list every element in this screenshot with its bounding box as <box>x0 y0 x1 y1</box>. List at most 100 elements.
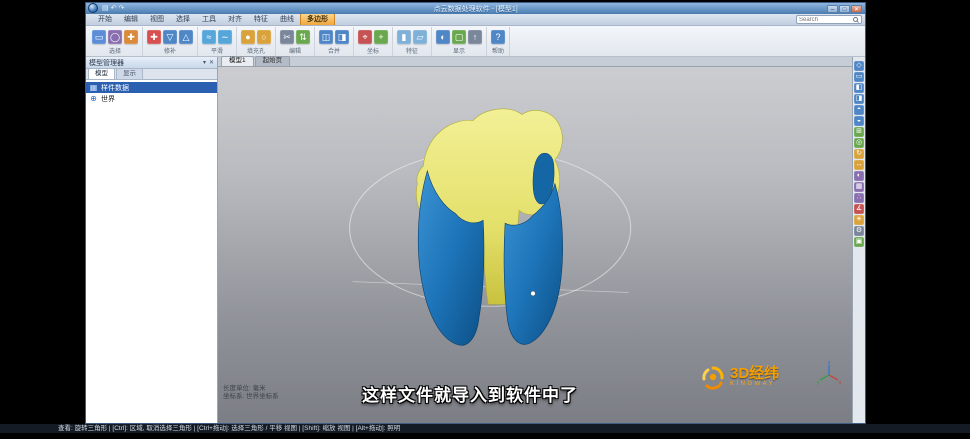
axis-z-label: z <box>828 361 831 366</box>
ribbon-tab[interactable]: 工具 <box>196 14 222 25</box>
watermark: 3D经纬 KINGWAY <box>700 364 779 390</box>
lighting-button[interactable]: ☀ <box>854 215 864 225</box>
viewport-tabs: 模型1起始页 <box>218 57 852 67</box>
ribbon-tab[interactable]: 视图 <box>144 14 170 25</box>
tree-item-label: 样件数据 <box>101 83 129 93</box>
shaded-view-button[interactable]: ◐ <box>436 30 450 44</box>
ribbon-group: ≈∼平滑 <box>198 27 237 56</box>
wireframe-mode-button[interactable]: ▦ <box>854 182 864 192</box>
axis-x-line <box>829 375 838 380</box>
view-bottom-button[interactable]: ◒ <box>854 116 864 126</box>
viewport-tab[interactable]: 起始页 <box>255 56 291 66</box>
help-button[interactable]: ? <box>491 30 505 44</box>
model-manager-panel: 模型管理器 ▾✕ 模型显示 ▦样件数据⊕世界 <box>86 57 218 423</box>
view-front-button[interactable]: ▭ <box>854 72 864 82</box>
subtitle-caption: 这样文件就导入到软件中了 <box>0 381 940 406</box>
ribbon-tab[interactable]: 编辑 <box>118 14 144 25</box>
ribbon-tab[interactable]: 特征 <box>248 14 274 25</box>
ribbon-tab[interactable]: 多边形 <box>300 13 335 25</box>
tree-item-icon: ▦ <box>89 83 98 93</box>
kingway-logo-icon <box>700 364 726 390</box>
panel-title: 模型管理器 <box>89 58 124 68</box>
zoom-fit-button[interactable]: ⊞ <box>854 127 864 137</box>
ribbon-tab[interactable]: 曲线 <box>274 14 300 25</box>
maximize-button[interactable]: □ <box>839 5 850 13</box>
refine-mesh-button[interactable]: △ <box>179 30 193 44</box>
mesh-doctor-button[interactable]: ✚ <box>147 30 161 44</box>
panel-tab[interactable]: 显示 <box>116 68 143 79</box>
combine-meshes-button[interactable]: ◨ <box>335 30 349 44</box>
titlebar: ▤↶↷ 点云数据处理软件 - [模型1] –□✕ <box>86 3 865 14</box>
tree-item[interactable]: ⊕世界 <box>86 93 217 104</box>
status-bar: 查看: 旋转三角形 | [Ctrl]: 区域, 取消选择三角形 | [Ctrl+… <box>0 424 970 433</box>
pan-view-button[interactable]: ↔ <box>854 160 864 170</box>
window-title: 点云数据处理软件 - [模型1] <box>124 4 827 14</box>
select-rectangle-button[interactable]: ▭ <box>92 30 106 44</box>
align-tool-button[interactable]: ⌖ <box>358 30 372 44</box>
watermark-subtitle: KINGWAY <box>730 381 779 388</box>
close-button[interactable]: ✕ <box>851 5 862 13</box>
point-mode-button[interactable]: ∴ <box>854 193 864 203</box>
ribbon-tab[interactable]: 对齐 <box>222 14 248 25</box>
ribbon-group: ✂⇅编辑 <box>276 27 315 56</box>
search-input[interactable] <box>799 17 853 23</box>
fit-cylinder-button[interactable]: ▮ <box>397 30 411 44</box>
screenshot-button[interactable]: ▣ <box>854 237 864 247</box>
reduce-noise-button[interactable]: ∼ <box>218 30 232 44</box>
merge-meshes-button[interactable]: ◫ <box>319 30 333 44</box>
view-left-button[interactable]: ◧ <box>854 83 864 93</box>
rotate-view-button[interactable]: ↻ <box>854 149 864 159</box>
ribbon-group-label: 编辑 <box>280 45 310 56</box>
panel-controls: ▾✕ <box>203 59 214 67</box>
measure-tool-button[interactable]: ∡ <box>854 204 864 214</box>
view-top-button[interactable]: ◓ <box>854 105 864 115</box>
ribbon-group: ▭◯✚选择 <box>88 27 143 56</box>
fit-plane-button[interactable]: ▱ <box>413 30 427 44</box>
show-normals-button[interactable]: ↑ <box>468 30 482 44</box>
app-menu-button[interactable] <box>88 3 98 13</box>
fill-single-hole-button[interactable]: ○ <box>257 30 271 44</box>
panel-tab[interactable]: 模型 <box>88 68 115 79</box>
ribbon-group-label: 坐标 <box>358 45 388 56</box>
ribbon-group: ✚▽△修补 <box>143 27 198 56</box>
select-brush-button[interactable]: ✚ <box>124 30 138 44</box>
search-icon <box>853 17 858 22</box>
quick-access-toolbar: ▤↶↷ <box>102 4 124 13</box>
tree-item-label: 世界 <box>101 94 115 104</box>
search-box[interactable] <box>796 15 862 24</box>
tree-item-icon: ⊕ <box>89 94 98 104</box>
ribbon-group: ⌖+坐标 <box>354 27 393 56</box>
save-button[interactable]: ▤ <box>102 4 109 13</box>
ribbon-group: ▮▱特征 <box>393 27 432 56</box>
shaded-mode-button[interactable]: ◐ <box>854 171 864 181</box>
offset-mesh-button[interactable]: ⇅ <box>296 30 310 44</box>
trim-mesh-button[interactable]: ✂ <box>280 30 294 44</box>
ribbon-group: ●○填充孔 <box>237 27 276 56</box>
viewport-tab[interactable]: 模型1 <box>221 56 254 66</box>
zoom-window-button[interactable]: ◎ <box>854 138 864 148</box>
ribbon-tab[interactable]: 开始 <box>92 14 118 25</box>
status-text: 查看: 旋转三角形 | [Ctrl]: 区域, 取消选择三角形 | [Ctrl+… <box>58 425 400 432</box>
relax-mesh-button[interactable]: ≈ <box>202 30 216 44</box>
move-tool-button[interactable]: + <box>374 30 388 44</box>
fill-all-holes-button[interactable]: ● <box>241 30 255 44</box>
minimize-button[interactable]: – <box>827 5 838 13</box>
panel-pin-button[interactable]: ▾ <box>203 59 206 67</box>
show-boundary-button[interactable]: ▢ <box>452 30 466 44</box>
ribbon-group: ◐▢↑显示 <box>432 27 487 56</box>
simplify-mesh-button[interactable]: ▽ <box>163 30 177 44</box>
view-isometric-button[interactable]: ◇ <box>854 61 864 71</box>
panel-close-button[interactable]: ✕ <box>209 59 214 67</box>
view-right-button[interactable]: ◨ <box>854 94 864 104</box>
ribbon-group-label: 特征 <box>397 45 427 56</box>
ribbon-groups: ▭◯✚选择✚▽△修补≈∼平滑●○填充孔✂⇅编辑◫◨合并⌖+坐标▮▱特征◐▢↑显示… <box>88 27 510 56</box>
select-lasso-button[interactable]: ◯ <box>108 30 122 44</box>
app-window: ▤↶↷ 点云数据处理软件 - [模型1] –□✕ 开始编辑视图选择工具对齐特征曲… <box>85 2 866 424</box>
ribbon-tab[interactable]: 选择 <box>170 14 196 25</box>
tree-item[interactable]: ▦样件数据 <box>86 82 217 93</box>
ribbon-group-label: 帮助 <box>491 45 505 56</box>
ribbon-group-label: 修补 <box>147 45 193 56</box>
ribbon-tabs: 开始编辑视图选择工具对齐特征曲线多边形 <box>92 14 335 25</box>
undo-button[interactable]: ↶ <box>111 4 117 13</box>
display-settings-button[interactable]: ⚙ <box>854 226 864 236</box>
